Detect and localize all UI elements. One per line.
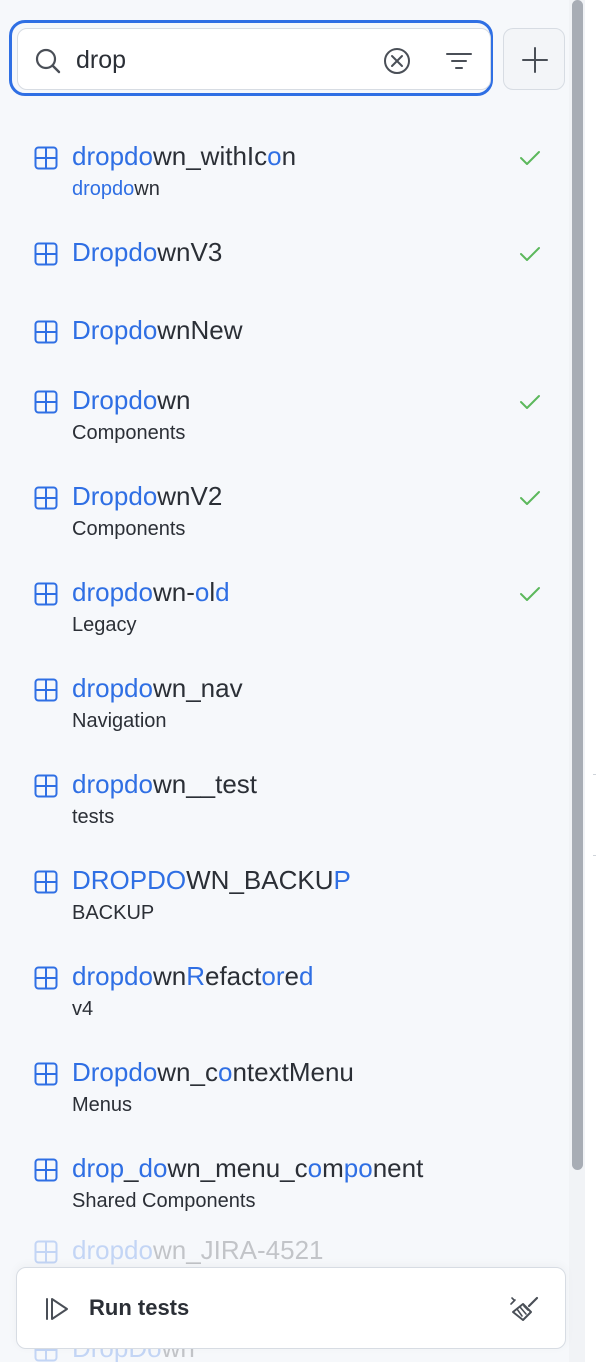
test-name: dropdown_JIRA-4521 — [72, 1235, 324, 1265]
check-icon — [520, 151, 540, 165]
test-name: drop_down_menu_component — [72, 1153, 424, 1183]
list-item[interactable]: DropdownNew — [0, 310, 560, 390]
grid-square-icon — [34, 146, 58, 170]
grid-square-icon — [34, 320, 58, 344]
list-item[interactable]: Dropdown_contextMenu Menus — [0, 1052, 560, 1132]
list-item[interactable]: dropdown-old Legacy — [0, 572, 560, 652]
test-group: Components — [72, 518, 186, 540]
test-group: v4 — [72, 998, 94, 1020]
list-item[interactable]: DropdownV3 — [0, 232, 560, 312]
test-name: DropdownV3 — [72, 237, 223, 267]
clear-search-icon[interactable] — [382, 46, 412, 76]
test-group: Shared Components — [72, 1190, 256, 1212]
list-item[interactable]: dropdown_nav Navigation — [0, 668, 560, 748]
test-group: Legacy — [72, 614, 137, 636]
test-group: Menus — [72, 1094, 133, 1116]
grid-square-icon — [34, 870, 58, 894]
search-input[interactable] — [76, 43, 366, 77]
grid-square-icon — [34, 966, 58, 990]
list-item[interactable]: dropdown__testtests — [0, 764, 560, 844]
add-test-button[interactable] — [503, 28, 565, 90]
check-icon — [520, 247, 540, 261]
list-item[interactable]: Dropdown Components — [0, 380, 560, 460]
play-icon — [46, 1298, 68, 1320]
list-item[interactable]: DROPDOWN_BACKUP BACKUP — [0, 860, 560, 940]
check-icon — [520, 587, 540, 601]
check-icon — [520, 491, 540, 505]
test-name: dropdown__test — [72, 769, 258, 799]
test-name: dropdown-old — [72, 577, 230, 607]
grid-square-icon — [34, 1158, 58, 1182]
test-name: dropdown_withIcon — [72, 141, 297, 171]
adjacent-pane-edge — [585, 0, 596, 1362]
run-tests-button[interactable]: Run tests — [16, 1267, 566, 1349]
list-item[interactable]: dropdownRefactored v4 — [0, 956, 560, 1036]
test-group: Navigation — [72, 710, 167, 732]
broom-icon[interactable] — [509, 1294, 541, 1324]
test-name: Dropdown — [72, 385, 191, 415]
grid-square-icon — [34, 242, 58, 266]
list-item[interactable]: DropdownV2 Components — [0, 476, 560, 556]
list-item[interactable]: dropdown_withIcon dropdown — [0, 136, 560, 216]
test-name: Dropdown_contextMenu — [72, 1057, 354, 1087]
search-icon — [35, 48, 61, 74]
filter-icon[interactable] — [444, 47, 474, 75]
test-name: dropdown_nav — [72, 673, 243, 703]
grid-square-icon — [34, 1240, 58, 1264]
scrollbar-thumb[interactable] — [572, 0, 583, 1170]
grid-square-icon — [34, 390, 58, 414]
test-name: dropdownRefactored — [72, 961, 314, 991]
run-tests-label: Run tests — [89, 1295, 190, 1320]
test-name: DROPDOWN_BACKUP — [72, 865, 351, 895]
test-group: tests — [72, 806, 115, 828]
test-name: DropdownNew — [72, 315, 243, 345]
grid-square-icon — [34, 582, 58, 606]
list-item[interactable]: drop_down_menu_component Shared Component… — [0, 1148, 560, 1228]
test-name: DropdownV2 — [72, 481, 223, 511]
test-group: dropdown — [72, 178, 160, 200]
test-group: Components — [72, 422, 186, 444]
grid-square-icon — [34, 486, 58, 510]
check-icon — [520, 395, 540, 409]
grid-square-icon — [34, 1062, 58, 1086]
test-group: BACKUP — [72, 902, 155, 924]
test-list-panel: dropdown_withIcon dropdown DropdownV3 Dropd… — [0, 0, 596, 1362]
grid-square-icon — [34, 678, 58, 702]
grid-square-icon — [34, 774, 58, 798]
plus-icon — [522, 47, 548, 73]
search-field[interactable] — [17, 28, 491, 90]
